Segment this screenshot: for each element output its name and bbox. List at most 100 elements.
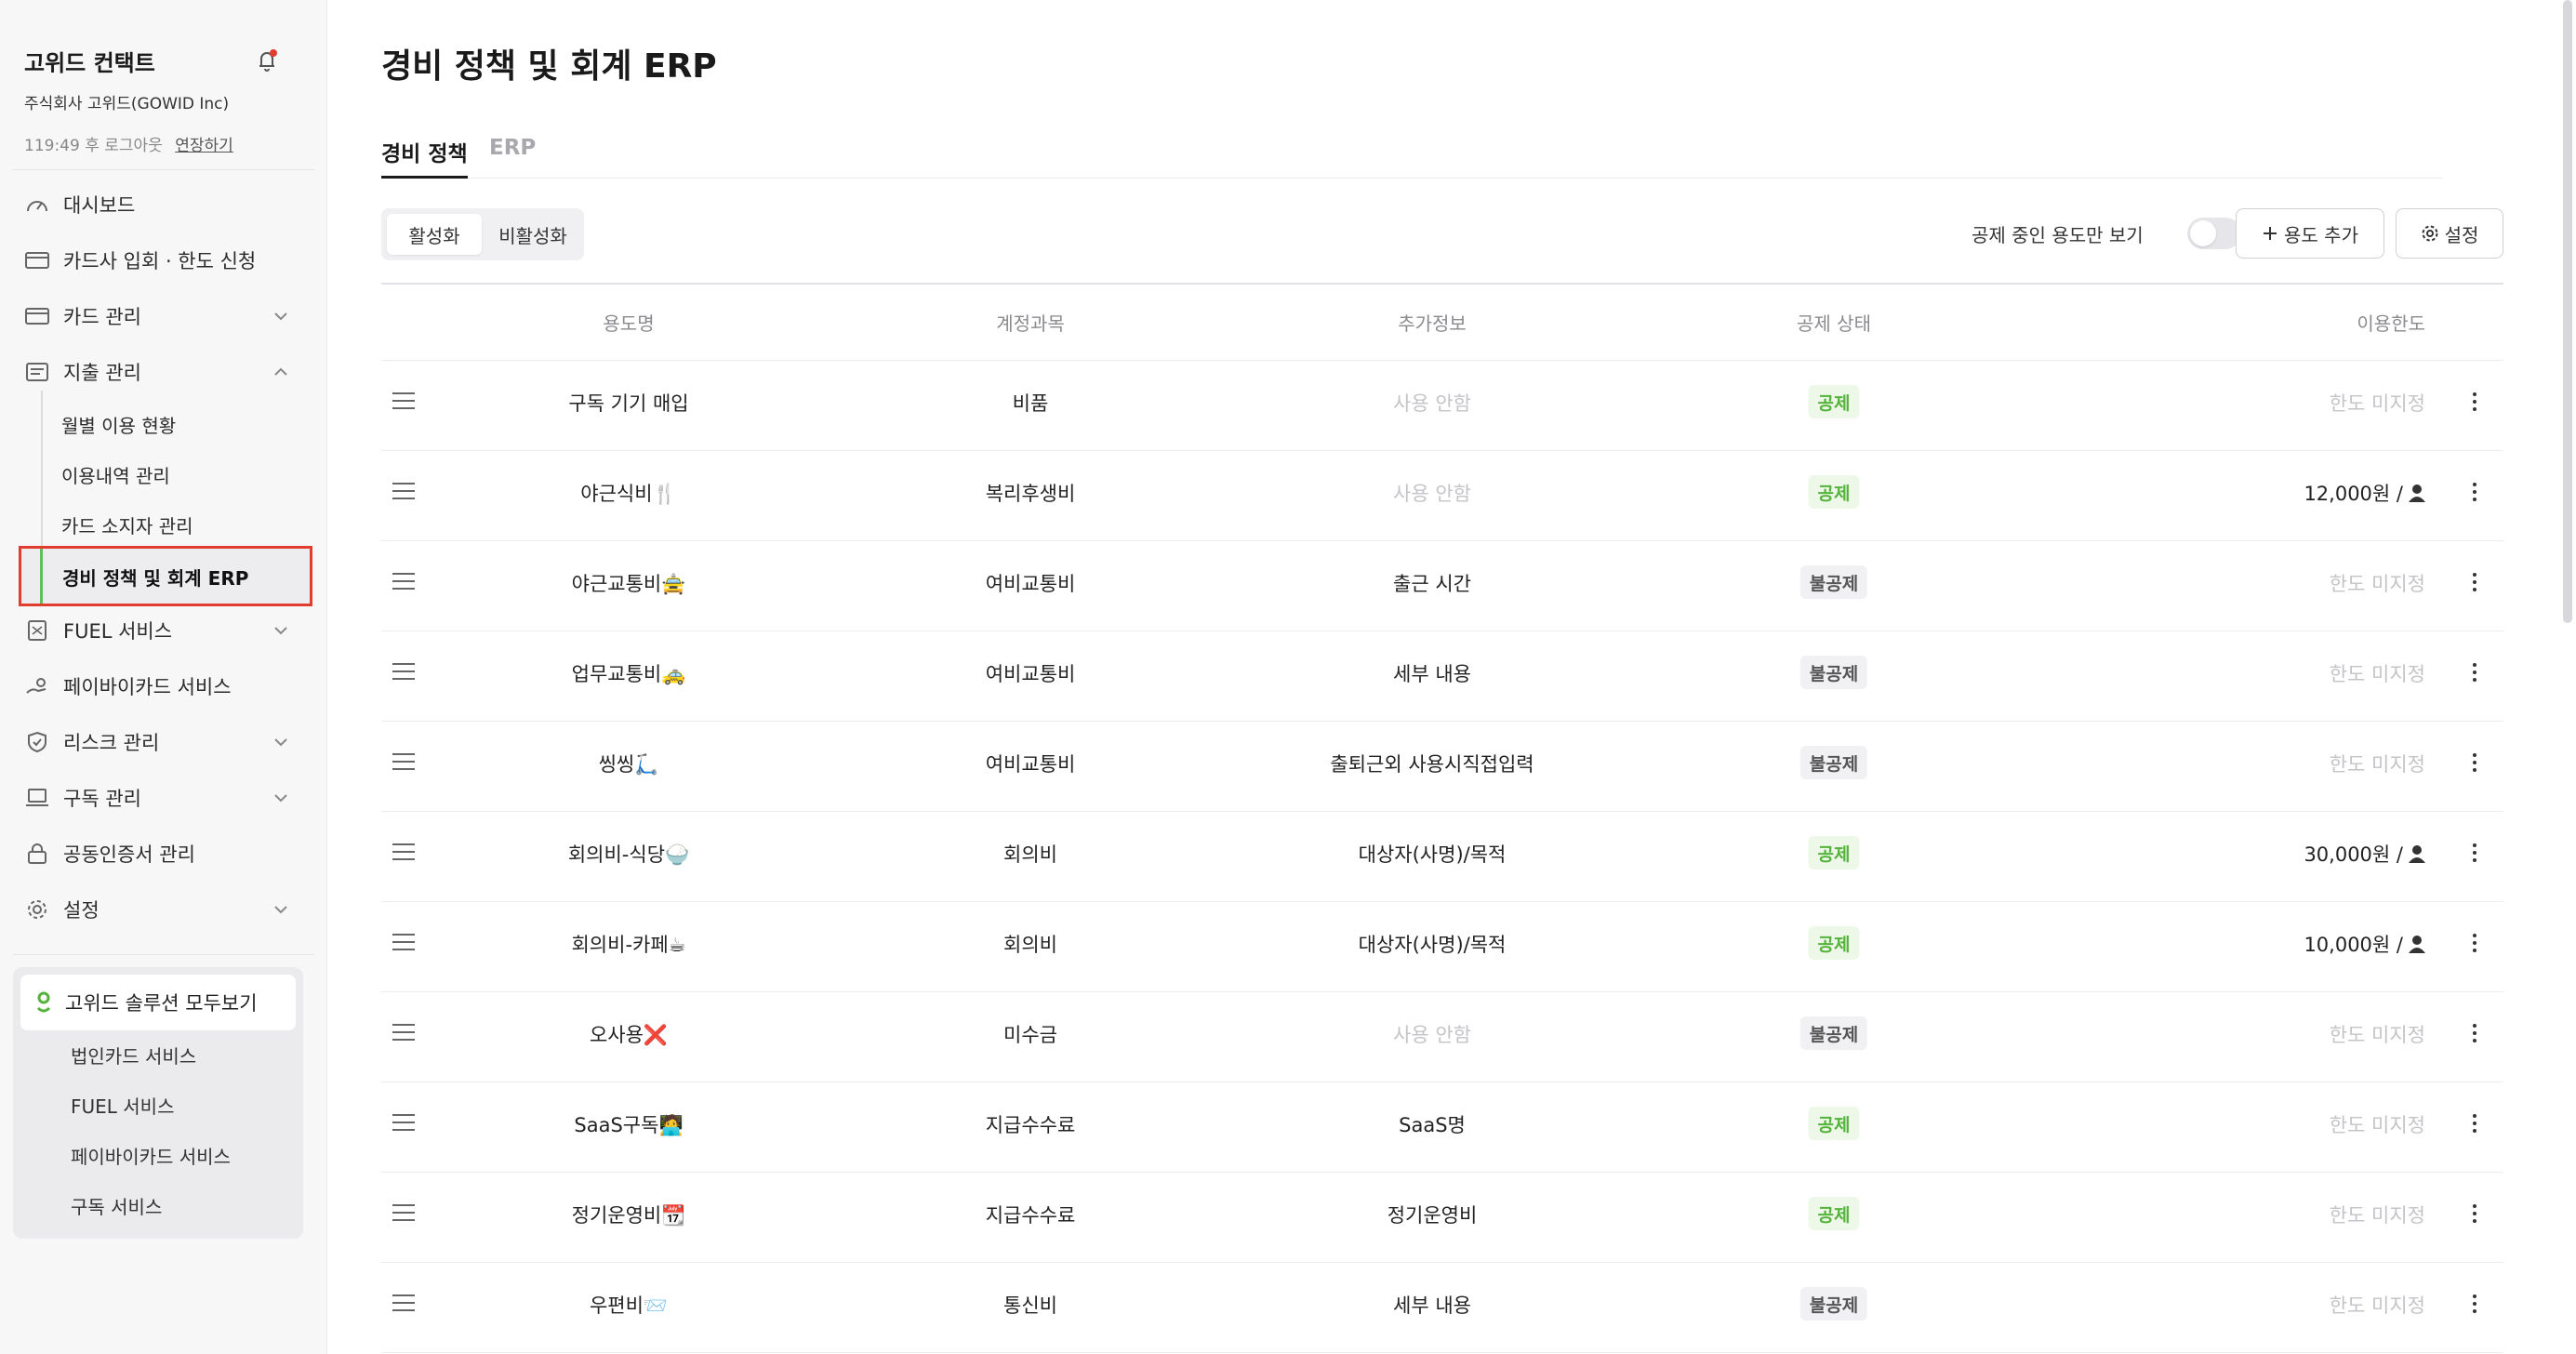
sidebar-item-label: 카드사 입회 · 한도 신청 [63, 250, 257, 272]
tab-erp[interactable]: ERP [489, 136, 536, 179]
sidebar-item-fuel[interactable]: FUEL 서비스 [24, 612, 299, 649]
deduction-filter-label: 공제 중인 용도만 보기 [1972, 224, 2144, 246]
drag-handle-icon[interactable] [392, 392, 415, 411]
table-body: 구독 기기 매입 비품 사용 안함 공제 한도 미지정 야근식비🍴 복리후생비 사용 안함 공제… [381, 361, 2503, 1353]
table-row[interactable]: 회의비-식당🍚 회의비 대상자(사명)/목적 공제 30,000원 / [381, 812, 2503, 902]
purpose-name: 회의비-카페☕ [571, 934, 686, 956]
column-header-extra-info: 추가정보 [1398, 312, 1467, 335]
deduction-status-badge: 공제 [1808, 475, 1860, 509]
drag-handle-icon[interactable] [392, 1294, 415, 1313]
more-options-icon[interactable] [2472, 1204, 2477, 1225]
extra-info: 대상자(사명)/목적 [1358, 934, 1507, 956]
more-options-icon[interactable] [2472, 753, 2477, 774]
add-purpose-label: 용도 추가 [2284, 223, 2358, 246]
table-row[interactable]: SaaS구독🧑‍💻 지급수수료 SaaS명 공제 한도 미지정 [381, 1082, 2503, 1173]
notification-bell-icon[interactable] [253, 46, 281, 74]
sidebar-item-expense-manage[interactable]: 지출 관리 [24, 353, 299, 391]
drag-handle-icon[interactable] [392, 573, 415, 591]
sidebar-item-dashboard[interactable]: 대시보드 [24, 186, 299, 223]
extra-info: 사용 안함 [1393, 1024, 1471, 1046]
extra-info: 세부 내용 [1393, 1294, 1471, 1317]
sidebar-subitem-monthly[interactable]: 월별 이용 현황 [61, 407, 176, 441]
table-row[interactable]: 정기운영비📆 지급수수료 정기운영비 공제 한도 미지정 [381, 1173, 2503, 1263]
drag-handle-icon[interactable] [392, 663, 415, 682]
deduction-filter-toggle[interactable] [2187, 218, 2241, 249]
drag-handle-icon[interactable] [392, 753, 415, 772]
table-row[interactable]: 구독 기기 매입 비품 사용 안함 공제 한도 미지정 [381, 361, 2503, 451]
all-solutions-label: 고위드 솔루션 모두보기 [65, 992, 258, 1015]
drag-handle-icon[interactable] [392, 934, 415, 952]
drag-handle-icon[interactable] [392, 1114, 415, 1133]
column-header-usage-limit: 이용한도 [2357, 312, 2425, 335]
settings-button[interactable]: 설정 [2396, 208, 2503, 259]
usage-limit-value: 30,000원 / [2304, 843, 2403, 866]
extra-info: 정기운영비 [1387, 1204, 1478, 1227]
sidebar-item-label: 페이바이카드 서비스 [63, 676, 232, 698]
sidebar-item-label: 구독 관리 [63, 788, 141, 810]
more-options-icon[interactable] [2472, 1294, 2477, 1315]
expense-policy-table: 용도명 계정과목 추가정보 공제 상태 이용한도 구독 기기 매입 비품 사용 안함… [381, 283, 2503, 1353]
table-row[interactable]: 야근교통비🚖 여비교통비 출근 시간 불공제 한도 미지정 [381, 541, 2503, 631]
sidebar-subitem-card-holder[interactable]: 카드 소지자 관리 [61, 508, 193, 541]
table-row[interactable]: 씽씽🛴 여비교통비 출퇴근외 사용시직접입력 불공제 한도 미지정 [381, 722, 2503, 812]
sidebar-item-card-manage[interactable]: 카드 관리 [24, 298, 299, 335]
drag-handle-icon[interactable] [392, 843, 415, 862]
more-options-icon[interactable] [2472, 1024, 2477, 1044]
table-row[interactable]: 우편비📨 통신비 세부 내용 불공제 한도 미지정 [381, 1263, 2503, 1353]
table-row[interactable]: 회의비-카페☕ 회의비 대상자(사명)/목적 공제 10,000원 / [381, 902, 2503, 992]
table-row[interactable]: 오사용❌ 미수금 사용 안함 불공제 한도 미지정 [381, 992, 2503, 1082]
extend-session-link[interactable]: 연장하기 [175, 137, 233, 155]
sidebar-item-card-signup[interactable]: 카드사 입회 · 한도 신청 [24, 242, 299, 279]
all-solutions-button[interactable]: 고위드 솔루션 모두보기 [20, 975, 296, 1030]
table-row[interactable]: 업무교통비🚕 여비교통비 세부 내용 불공제 한도 미지정 [381, 631, 2503, 722]
more-options-icon[interactable] [2472, 934, 2477, 954]
sidebar-item-paybycard[interactable]: 페이바이카드 서비스 [24, 668, 299, 705]
sidebar-item-subscription[interactable]: 구독 관리 [24, 779, 299, 816]
usage-limit: 한도 미지정 [2330, 1020, 2425, 1048]
more-options-icon[interactable] [2472, 392, 2477, 413]
purpose-name: 회의비-식당🍚 [567, 843, 690, 866]
more-options-icon[interactable] [2472, 1114, 2477, 1135]
page-scrollbar[interactable] [2563, 0, 2572, 623]
solution-item-subscription[interactable]: 구독 서비스 [71, 1192, 162, 1219]
extra-info: 출퇴근외 사용시직접입력 [1330, 753, 1534, 776]
sidebar-divider [13, 954, 314, 955]
sidebar-subitem-expense-policy[interactable]: 경비 정책 및 회계 ERP [19, 546, 312, 606]
drag-handle-icon[interactable] [392, 1204, 415, 1223]
segment-active[interactable]: 활성화 [387, 214, 482, 255]
solution-item-paybycard[interactable]: 페이바이카드 서비스 [71, 1142, 231, 1169]
more-options-icon[interactable] [2472, 843, 2477, 864]
table-row[interactable]: 야근식비🍴 복리후생비 사용 안함 공제 12,000원 / [381, 451, 2503, 541]
account-subject: 지급수수료 [985, 1204, 1076, 1227]
sidebar-item-risk[interactable]: 리스크 관리 [24, 723, 299, 761]
chevron-up-icon [272, 363, 290, 381]
add-purpose-button[interactable]: 용도 추가 [2236, 208, 2384, 259]
usage-limit-value: 12,000원 / [2304, 483, 2403, 505]
solution-item-corporate-card[interactable]: 법인카드 서비스 [71, 1042, 196, 1069]
solutions-panel: 고위드 솔루션 모두보기 법인카드 서비스 FUEL 서비스 페이바이카드 서비… [13, 967, 303, 1239]
drag-handle-icon[interactable] [392, 483, 415, 501]
drag-handle-icon[interactable] [392, 1024, 415, 1042]
sidebar-item-settings[interactable]: 설정 [24, 891, 299, 928]
purpose-name: 구독 기기 매입 [568, 392, 689, 415]
account-subject: 미수금 [1003, 1024, 1057, 1046]
deduction-status-badge: 공제 [1808, 385, 1860, 418]
more-options-icon[interactable] [2472, 483, 2477, 503]
sidebar-subitem-history[interactable]: 이용내역 관리 [61, 458, 170, 491]
extra-info: 사용 안함 [1393, 392, 1471, 415]
more-options-icon[interactable] [2472, 663, 2477, 684]
segment-inactive[interactable]: 비활성화 [487, 214, 578, 255]
more-options-icon[interactable] [2472, 573, 2477, 593]
sidebar-item-label: 카드 관리 [63, 306, 141, 328]
speedometer-icon [24, 192, 50, 218]
sidebar-subitem-label: 경비 정책 및 회계 ERP [62, 567, 249, 590]
tab-expense-policy[interactable]: 경비 정책 [381, 136, 468, 179]
extra-info: SaaS명 [1399, 1114, 1466, 1136]
sidebar-item-certificate[interactable]: 공동인증서 관리 [24, 835, 299, 872]
solution-item-fuel[interactable]: FUEL 서비스 [71, 1092, 174, 1119]
usage-limit-value: 한도 미지정 [2329, 1114, 2425, 1136]
gowid-logo-icon [33, 989, 54, 1016]
shield-icon [24, 729, 50, 755]
deduction-status-badge: 불공제 [1799, 1287, 1868, 1321]
usage-limit-value: 한도 미지정 [2329, 1024, 2425, 1046]
